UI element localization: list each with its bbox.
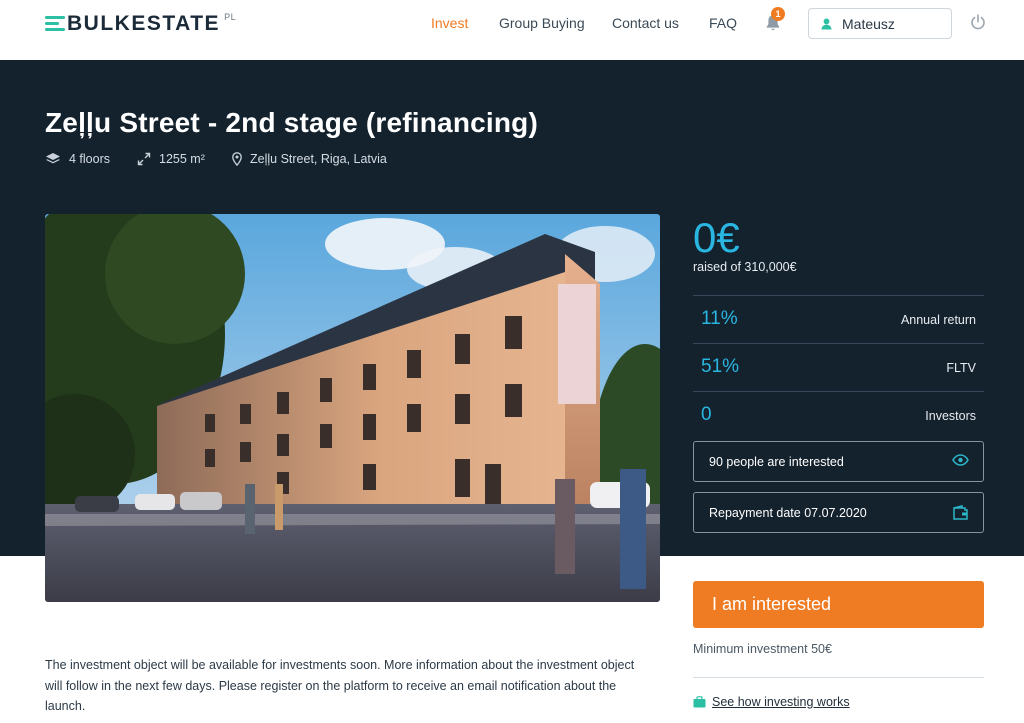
nav-contact-us[interactable]: Contact us [612, 15, 679, 31]
nav-faq[interactable]: FAQ [709, 15, 737, 31]
stat-investors: 0 Investors [693, 391, 984, 439]
nav-invest[interactable]: Invest [431, 15, 468, 31]
floors-info: 4 floors [45, 152, 110, 166]
user-icon [821, 18, 832, 29]
investors-value: 0 [701, 404, 712, 425]
repayment-date-box: Repayment date 07.07.2020 [693, 492, 984, 533]
minimum-investment-text: Minimum investment 50€ [693, 642, 832, 656]
how-investing-works-text: See how investing works [712, 695, 850, 709]
logo-country: PL [224, 12, 237, 22]
map-pin-icon [232, 152, 242, 166]
location-info: Zeļļu Street, Riga, Latvia [232, 152, 387, 166]
fltv-value: 51% [701, 356, 740, 377]
project-description: The investment object will be available … [45, 658, 635, 713]
briefcase-icon [693, 696, 706, 708]
floors-text: 4 floors [69, 152, 110, 166]
logo-text: BULKESTATE [67, 12, 221, 35]
wallet-icon [953, 505, 968, 520]
nav-group-buying[interactable]: Group Buying [499, 15, 585, 31]
stat-annual-return: 11% Annual return [693, 295, 984, 343]
area-info: 1255 m² [137, 152, 205, 166]
repayment-date-text: Repayment date 07.07.2020 [709, 505, 867, 520]
i-am-interested-button[interactable]: I am interested [693, 581, 984, 628]
annual-return-value: 11% [701, 308, 738, 329]
location-text: Zeļļu Street, Riga, Latvia [250, 152, 387, 166]
how-investing-works-link[interactable]: See how investing works [693, 695, 850, 709]
stat-fltv: 51% FLTV [693, 343, 984, 391]
user-menu-button[interactable]: Mateusz [808, 8, 952, 39]
expand-icon [137, 152, 151, 166]
notification-badge: 1 [771, 7, 785, 21]
layers-icon [46, 153, 60, 164]
raised-target: raised of 310,000€ [693, 260, 797, 274]
fltv-label: FLTV [946, 361, 976, 375]
interested-count-text: 90 people are interested [709, 454, 844, 469]
top-nav-bar: BULKESTATE PL Invest Group Buying Contac… [0, 0, 1024, 60]
bulkestate-logo[interactable]: BULKESTATE PL [45, 11, 236, 37]
annual-return-label: Annual return [900, 313, 976, 327]
eye-icon [952, 454, 969, 466]
user-name: Mateusz [842, 15, 895, 32]
divider [693, 677, 984, 678]
raised-amount: 0€ [693, 214, 740, 261]
power-icon[interactable] [970, 14, 986, 30]
logo-mark-icon [45, 15, 65, 33]
interested-count-box: 90 people are interested [693, 441, 984, 482]
investors-label: Investors [925, 409, 976, 423]
area-text: 1255 m² [159, 152, 205, 166]
building-rendering-image [45, 214, 660, 602]
project-title: Zeļļu Street - 2nd stage (refinancing) [45, 107, 539, 138]
